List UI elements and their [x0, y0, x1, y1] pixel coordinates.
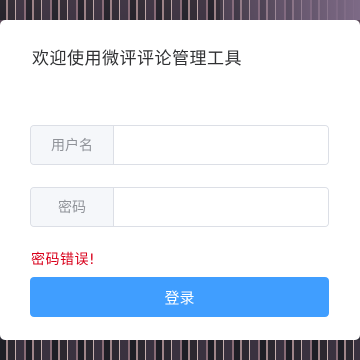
username-input[interactable] [114, 126, 328, 164]
password-input[interactable] [114, 188, 328, 226]
username-field: 用户名 [30, 125, 329, 165]
error-message: 密码错误! [31, 252, 96, 268]
username-label: 用户名 [31, 126, 114, 164]
background-skyline-bottom [0, 340, 360, 360]
login-card: 欢迎使用微评评论管理工具 用户名 密码 密码错误! 登录 [0, 20, 360, 340]
page-title: 欢迎使用微评评论管理工具 [32, 49, 242, 69]
background-sky [220, 0, 360, 20]
login-button[interactable]: 登录 [30, 277, 329, 317]
password-field: 密码 [30, 187, 329, 227]
password-label: 密码 [31, 188, 114, 226]
